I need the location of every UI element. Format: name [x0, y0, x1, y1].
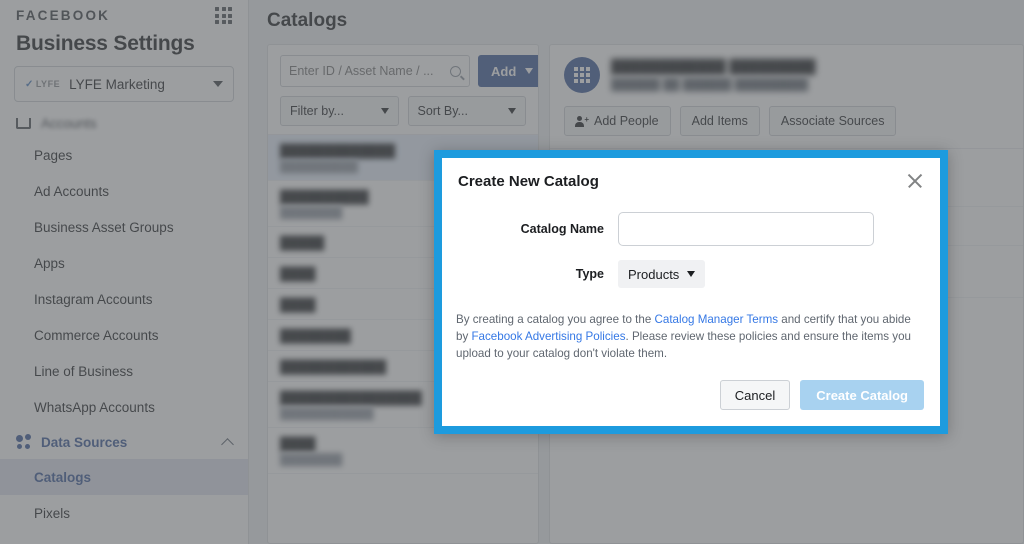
type-label: Type: [458, 267, 618, 281]
type-select-value: Products: [628, 267, 679, 282]
modal-title: Create New Catalog: [458, 173, 906, 190]
catalog-name-label: Catalog Name: [458, 222, 618, 236]
legal-part1: By creating a catalog you agree to the: [456, 313, 655, 326]
catalog-name-row: Catalog Name: [458, 212, 924, 246]
catalog-manager-terms-link[interactable]: Catalog Manager Terms: [655, 313, 779, 326]
legal-text: By creating a catalog you agree to the C…: [442, 306, 940, 362]
modal-form: Catalog Name Type Products: [442, 196, 940, 306]
modal-header: Create New Catalog: [442, 158, 940, 196]
type-select[interactable]: Products: [618, 260, 705, 288]
catalog-name-input[interactable]: [618, 212, 874, 246]
modal-inner: Create New Catalog Catalog Name Type Pro…: [442, 158, 940, 426]
create-catalog-button[interactable]: Create Catalog: [800, 380, 924, 410]
caret-down-icon: [687, 271, 695, 277]
close-icon[interactable]: [906, 172, 924, 190]
app-root: FACEBOOK Business Settings ✓LYFE LYFE Ma…: [0, 0, 1024, 544]
create-new-catalog-dialog: Create New Catalog Catalog Name Type Pro…: [434, 150, 948, 434]
type-row: Type Products: [458, 260, 924, 288]
create-catalog-button-label: Create Catalog: [816, 388, 908, 403]
modal-footer: Cancel Create Catalog: [442, 362, 940, 426]
cancel-button[interactable]: Cancel: [720, 380, 790, 410]
facebook-advertising-policies-link[interactable]: Facebook Advertising Policies: [471, 330, 625, 343]
cancel-button-label: Cancel: [735, 388, 775, 403]
